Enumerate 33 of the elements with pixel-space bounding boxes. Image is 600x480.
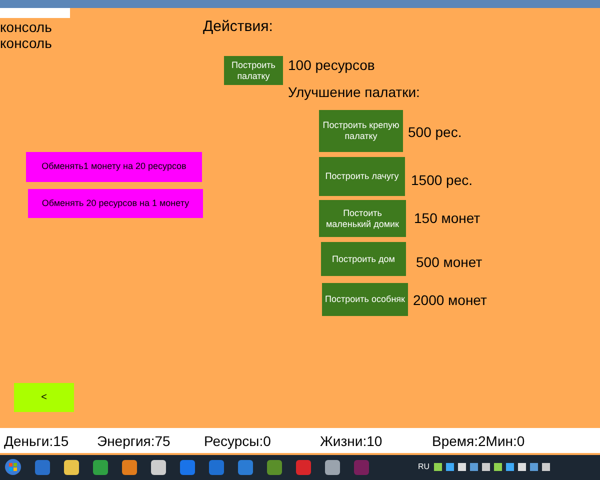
cost-label: 150 монет (414, 209, 480, 228)
status-text: Энергия:75 (97, 432, 170, 451)
upgrade-button[interactable]: Построить лачугу (319, 157, 405, 196)
start-icon[interactable] (4, 458, 22, 476)
upgrade-button[interactable]: Построить особняк (322, 283, 408, 316)
upgrade-button[interactable]: Постоить маленький домик (319, 200, 406, 237)
app-icon[interactable] (266, 459, 283, 476)
language-indicator[interactable]: RU (418, 461, 430, 473)
cost-label: 1500 рес. (411, 171, 472, 190)
exchange-button[interactable]: Обменять1 монету на 20 ресурсов (26, 152, 202, 182)
cost-label: 100 ресурсов (288, 56, 375, 75)
status-text: Жизни:10 (320, 432, 382, 451)
input-field[interactable] (0, 8, 70, 18)
app-icon[interactable] (92, 459, 109, 476)
app-icon[interactable] (121, 459, 138, 476)
back-button[interactable]: < (14, 383, 74, 412)
console-text: консоль (0, 35, 52, 51)
build-tent-button[interactable]: Построить палатку (224, 56, 283, 85)
app-icon[interactable] (150, 459, 167, 476)
upgrade-heading: Улучшение палатки: (288, 83, 420, 102)
app-icon[interactable] (63, 459, 80, 476)
status-text: Деньги:15 (4, 432, 69, 451)
cost-label: 500 монет (416, 253, 482, 272)
upgrade-button[interactable]: Построить дом (321, 242, 406, 276)
exchange-button[interactable]: Обменять 20 ресурсов на 1 монету (28, 189, 203, 218)
console-text: консоль (0, 19, 52, 35)
status-text: Время:2Мин:0 (432, 432, 525, 451)
status-text: Ресурсы:0 (204, 432, 271, 451)
upgrade-button[interactable]: Построить крепую палатку (319, 110, 403, 152)
cost-label: 2000 монет (413, 291, 487, 310)
cost-label: 500 рес. (408, 123, 462, 142)
app-icon[interactable] (324, 459, 341, 476)
actions-heading: Действия: (203, 17, 273, 37)
